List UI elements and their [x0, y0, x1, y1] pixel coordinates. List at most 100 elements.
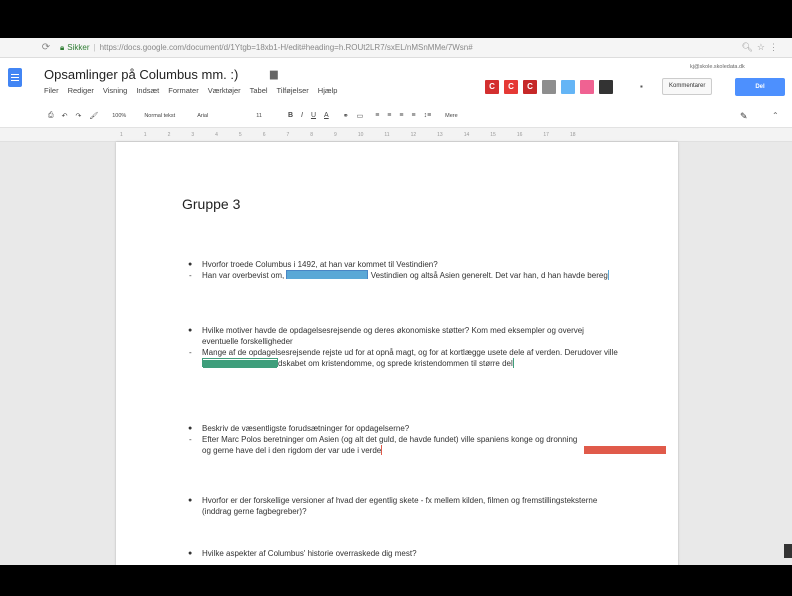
align-left-icon[interactable]: ≡: [375, 112, 379, 119]
list-item: ● Hvorfor er der forskellige versioner a…: [188, 495, 622, 517]
ruler-tick: 8: [310, 132, 314, 138]
bold-icon[interactable]: B: [288, 112, 293, 119]
ruler-tick: 11: [384, 132, 390, 138]
collaborator-avatar[interactable]: C: [504, 80, 518, 94]
ruler-tick: 9: [334, 132, 337, 138]
ruler-tick: 15: [490, 132, 496, 138]
align-center-icon[interactable]: ≡: [387, 112, 391, 119]
browser-address-bar[interactable]: ⟳ 🔒︎ Sikker | https://docs.google.com/do…: [0, 38, 792, 58]
answer-paragraph[interactable]: - Efter Marc Polos beretninger om Asien …: [189, 434, 587, 456]
bullet-icon: ●: [188, 327, 193, 334]
answer-text: Han var overbevist om,: [202, 271, 287, 280]
docs-header: Opsamlinger på Columbus mm. :) ▆ Filer Re…: [0, 58, 792, 104]
answer-text: Vestindien og altså Asien generelt. Det …: [368, 271, 608, 280]
collaborator-caret: [607, 270, 609, 280]
url-text[interactable]: https://docs.google.com/document/d/1Ytgb…: [100, 43, 600, 52]
menu-item[interactable]: Værktøjer: [208, 86, 241, 95]
answer-paragraph[interactable]: - Han var overbevist om, Vestindien og a…: [189, 270, 622, 281]
video-letterbox-bottom: [0, 565, 792, 596]
more-button[interactable]: Mere: [441, 111, 462, 121]
font-select[interactable]: Arial: [193, 111, 212, 121]
ruler-tick: 3: [191, 132, 195, 138]
ruler-tick: 4: [215, 132, 218, 138]
align-right-icon[interactable]: ≡: [399, 112, 403, 119]
ruler-tick: 17: [543, 132, 549, 138]
question-text: Hvilke motiver havde de opdagelsesrejsen…: [202, 326, 584, 346]
collaborator-avatar[interactable]: C: [523, 80, 537, 94]
share-button[interactable]: Del: [735, 78, 785, 96]
answer-text: dskabet om kristendomme, og sprede krist…: [278, 359, 513, 368]
user-email[interactable]: kj@skole.skoledata.dk: [690, 64, 745, 70]
underline-icon[interactable]: U: [311, 112, 316, 119]
collaborator-cursor-tag: [584, 446, 666, 454]
folder-icon[interactable]: ▆: [270, 69, 278, 80]
line-spacing-icon[interactable]: ↕≡: [424, 112, 432, 119]
text-color-icon[interactable]: A: [324, 112, 329, 119]
answer-text: Mange af de opdagelsesrejsende rejste ud…: [202, 348, 618, 357]
justify-icon[interactable]: ≡: [411, 112, 415, 119]
collaborator-avatar[interactable]: [561, 80, 575, 94]
ruler[interactable]: 1 1 2 3 4 5 6 7 8 9 10 11 12 13 14 15 16 17 18: [0, 128, 792, 142]
menu-item[interactable]: Filer: [44, 86, 59, 95]
bullet-icon: ●: [188, 550, 193, 557]
menu-item[interactable]: Rediger: [68, 86, 94, 95]
answer-paragraph[interactable]: - Mange af de opdagelsesrejsende rejste …: [189, 347, 622, 369]
side-panel-toggle-icon[interactable]: [784, 544, 792, 558]
ruler-tick: 18: [569, 132, 576, 138]
browser-actions-icons[interactable]: 🔍︎☆⋮: [742, 42, 783, 53]
ruler-tick: 1: [120, 132, 123, 138]
ruler-tick: 2: [167, 132, 171, 138]
menu-item[interactable]: Formater: [168, 86, 198, 95]
question-text: Hvorfor troede Columbus i 1492, at han v…: [202, 260, 438, 269]
collaborator-cursor-tag: [203, 360, 277, 368]
ruler-tick: 13: [437, 132, 443, 138]
heading-gruppe: Gruppe 3: [182, 196, 241, 212]
secure-label: Sikker: [67, 43, 90, 52]
menu-item[interactable]: Tilføjelser: [277, 86, 309, 95]
document-page[interactable]: Gruppe 3 ● Hvorfor troede Columbus i 149…: [116, 142, 678, 565]
style-select[interactable]: Normal tekst: [140, 111, 179, 121]
list-item: ● Hvilke motiver havde de opdagelsesrejs…: [188, 325, 622, 347]
answer-text: Efter Marc Polos beretninger om Asien (o…: [202, 435, 578, 455]
print-icon[interactable]: ⎙: [48, 112, 54, 120]
dash-marker: -: [189, 435, 192, 444]
undo-icon[interactable]: ↶: [62, 112, 68, 120]
menu-item[interactable]: Tabel: [250, 86, 268, 95]
reload-icon[interactable]: ⟳: [40, 42, 52, 53]
collaborator-selection: [202, 358, 278, 368]
collaborator-cursor-tag: [287, 271, 368, 279]
bullet-icon: ●: [188, 425, 193, 432]
video-letterbox-top: [0, 0, 792, 38]
document-title[interactable]: Opsamlinger på Columbus mm. :): [44, 67, 238, 82]
ruler-tick: 5: [238, 132, 242, 138]
menu-item[interactable]: Hjælp: [318, 86, 338, 95]
comment-icon[interactable]: ▭: [357, 112, 364, 120]
redo-icon[interactable]: ↷: [75, 112, 81, 120]
comments-button[interactable]: Kommentarer: [662, 78, 713, 95]
ruler-ticks: 1 1 2 3 4 5 6 7 8 9 10 11 12 13 14 15 16 17 18: [120, 132, 576, 138]
question-text: Beskriv de væsentligste forudsætninger f…: [202, 424, 410, 433]
editing-mode-pen-icon[interactable]: ✎: [740, 111, 748, 122]
collaborator-avatar[interactable]: [599, 80, 613, 94]
font-size-select[interactable]: 11: [252, 111, 266, 121]
chat-icon[interactable]: ▪: [640, 82, 643, 91]
paint-format-icon[interactable]: 🖌︎: [89, 112, 98, 120]
collaborator-avatar[interactable]: [542, 80, 556, 94]
menu-bar: Filer Rediger Visning Indsæt Formater Værktøj…: [44, 86, 337, 95]
collaborator-avatar[interactable]: C: [485, 80, 499, 94]
question-text: Hvorfor er der forskellige versioner af …: [202, 496, 598, 516]
italic-icon[interactable]: I: [301, 112, 303, 119]
ruler-tick: 16: [516, 132, 523, 138]
ruler-tick: 10: [357, 132, 364, 138]
collaborator-avatar[interactable]: [580, 80, 594, 94]
screen: ⟳ 🔒︎ Sikker | https://docs.google.com/do…: [0, 38, 792, 565]
menu-item[interactable]: Visning: [103, 86, 127, 95]
google-docs-logo-icon[interactable]: [8, 68, 22, 87]
ruler-tick: 6: [262, 132, 266, 138]
ruler-tick: 7: [286, 132, 290, 138]
zoom-select[interactable]: 100%: [108, 111, 130, 121]
dash-marker: -: [189, 271, 192, 280]
collapse-menu-icon[interactable]: ⌃: [772, 111, 779, 120]
menu-item[interactable]: Indsæt: [136, 86, 159, 95]
link-icon[interactable]: ⚭: [343, 112, 349, 120]
